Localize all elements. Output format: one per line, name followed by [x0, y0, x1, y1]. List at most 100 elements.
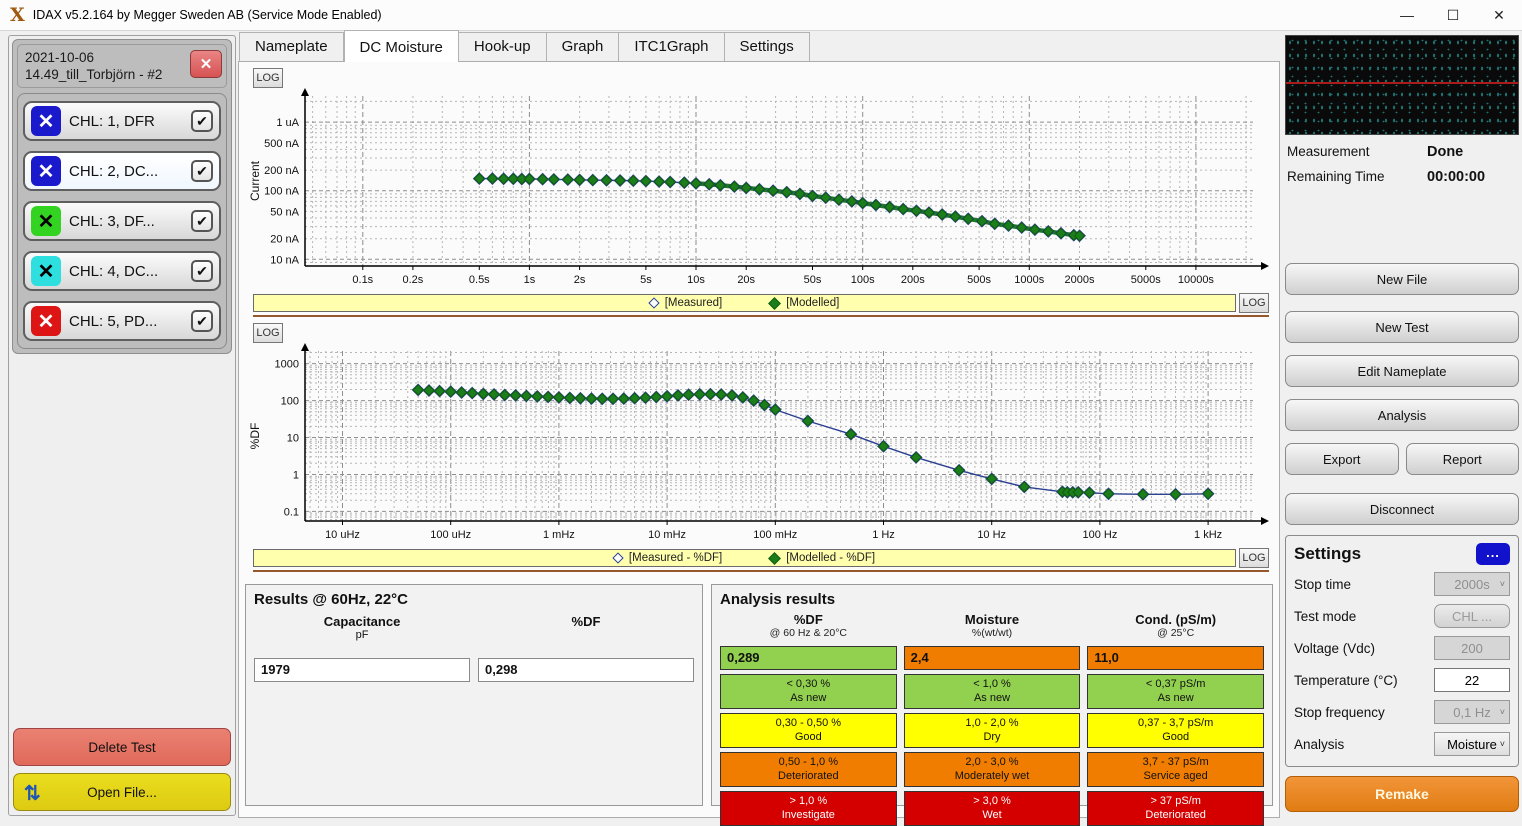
close-test-button[interactable]: ✕ — [190, 50, 222, 78]
delete-test-button[interactable]: Delete Test — [13, 728, 231, 766]
channel-checkbox[interactable]: ✔ — [191, 260, 213, 282]
svg-text:0.1s: 0.1s — [352, 274, 373, 286]
svg-text:100s: 100s — [851, 274, 875, 286]
settings-label: Voltage (Vdc) — [1294, 641, 1375, 656]
results-title: Results @ 60Hz, 22°C — [254, 591, 694, 608]
analysis-column-cond-ps-m: Cond. (pS/m)@ 25°C11,0< 0,37 pS/mAs new0… — [1087, 612, 1264, 826]
channel-button-3[interactable]: ✕CHL: 3, DF...✔ — [23, 201, 221, 241]
current-chart-panel: LOG0.1s0.2s0.5s1s2s5s10s20s50s100s200s50… — [245, 66, 1273, 317]
legend-item-modelled: [Modelled] — [770, 297, 839, 309]
svg-text:10 Hz: 10 Hz — [977, 529, 1006, 541]
log-scale-button[interactable]: LOG — [253, 323, 283, 343]
log-scale-button[interactable]: LOG — [253, 68, 283, 88]
legend-label: [Measured] — [665, 297, 723, 309]
new-test-button[interactable]: New Test — [1285, 311, 1519, 343]
chevron-down-icon: ˅ — [1500, 579, 1505, 589]
channel-button-4[interactable]: ✕CHL: 4, DC...✔ — [23, 251, 221, 291]
channel-label: CHL: 1, DFR — [69, 113, 183, 130]
voltage-vdc-input: 200 — [1434, 636, 1510, 660]
channel-checkbox[interactable]: ✔ — [191, 210, 213, 232]
tab-hook-up[interactable]: Hook-up — [459, 32, 547, 61]
maximize-button[interactable]: ☐ — [1430, 0, 1476, 30]
analysis-category-cell: 1,0 - 2,0 %Dry — [904, 713, 1081, 748]
tab-dc-moisture[interactable]: DC Moisture — [344, 30, 459, 62]
svg-text:100 uHz: 100 uHz — [430, 529, 471, 541]
analysis-column-moisture: Moisture%(wt/wt)2,4< 1,0 %As new1,0 - 2,… — [904, 612, 1081, 826]
analysis-select[interactable]: Moisture˅ — [1434, 732, 1510, 756]
chart-separator — [253, 570, 1269, 572]
analysis-value: 2,4 — [904, 646, 1081, 670]
open-file-button[interactable]: ⇄ Open File... — [13, 773, 231, 811]
analysis-title: Analysis results — [720, 591, 1264, 608]
svg-text:10s: 10s — [687, 274, 705, 286]
channel-checkbox[interactable]: ✔ — [191, 110, 213, 132]
settings-row-stop-time: Stop time2000s˅ — [1294, 568, 1510, 600]
tab-nameplate[interactable]: Nameplate — [239, 32, 344, 61]
channel-label: CHL: 5, PD... — [69, 313, 183, 330]
report-button[interactable]: Report — [1406, 443, 1520, 475]
close-button[interactable]: ✕ — [1476, 0, 1522, 30]
settings-row-analysis: AnalysisMoisture˅ — [1294, 728, 1510, 760]
remake-button[interactable]: Remake — [1285, 776, 1519, 812]
df-vs-frequency-chart: 10 uHz100 uHz1 mHz10 mHz100 mHz1 Hz10 Hz… — [245, 343, 1269, 548]
legend-item-modelled-df: [Modelled - %DF] — [770, 552, 875, 564]
analysis-category-cell: 3,7 - 37 pS/mService aged — [1087, 752, 1264, 787]
stop-frequency-select: 0,1 Hz˅ — [1434, 700, 1510, 724]
right-panel: Measurement Done Remaining Time 00:00:00… — [1285, 35, 1519, 816]
svg-text:1: 1 — [293, 470, 299, 482]
result-header-df: %DF — [478, 614, 694, 644]
measured-marker-icon — [612, 552, 623, 563]
svg-text:Current: Current — [248, 160, 262, 201]
measured-marker-icon — [648, 297, 659, 308]
tab-settings[interactable]: Settings — [725, 32, 810, 61]
result-value-df: 0,298 — [478, 658, 694, 682]
tab-graph[interactable]: Graph — [547, 32, 620, 61]
channel-button-5[interactable]: ✕CHL: 5, PD...✔ — [23, 301, 221, 341]
svg-text:100 Hz: 100 Hz — [1082, 529, 1117, 541]
channel-checkbox[interactable]: ✔ — [191, 310, 213, 332]
chart-separator — [253, 315, 1269, 317]
svg-text:20 nA: 20 nA — [270, 234, 299, 246]
test-group: 2021-10-06 14.49_till_Torbjörn - #2 ✕ ✕C… — [12, 39, 232, 354]
settings-row-test-mode: Test modeCHL ... — [1294, 600, 1510, 632]
temperature-c-input[interactable]: 22 — [1434, 668, 1510, 692]
sidebar: 2021-10-06 14.49_till_Torbjörn - #2 ✕ ✕C… — [8, 35, 236, 816]
analysis-category-cell: 0,30 - 0,50 %Good — [720, 713, 897, 748]
test-header: 2021-10-06 14.49_till_Torbjörn - #2 ✕ — [17, 44, 227, 88]
analysis-header: Cond. (pS/m) — [1087, 612, 1264, 627]
svg-text:1000s: 1000s — [1014, 274, 1044, 286]
log-scale-button[interactable]: LOG — [1239, 293, 1269, 313]
svg-text:20s: 20s — [737, 274, 755, 286]
export-button[interactable]: Export — [1285, 443, 1399, 475]
analysis-column-df: %DF@ 60 Hz & 20°C0,289< 0,30 %As new0,30… — [720, 612, 897, 826]
channel-checkbox[interactable]: ✔ — [191, 160, 213, 182]
new-file-button[interactable]: New File — [1285, 263, 1519, 295]
analysis-category-cell: 2,0 - 3,0 %Moderately wet — [904, 752, 1081, 787]
test-date: 2021-10-06 — [25, 49, 192, 66]
measurement-label: Measurement — [1287, 144, 1427, 159]
window-title: IDAX v5.2.164 by Megger Sweden AB (Servi… — [33, 8, 382, 22]
settings-more-button[interactable]: ... — [1476, 543, 1510, 565]
disconnect-button[interactable]: Disconnect — [1285, 493, 1519, 525]
analysis-category-cell: < 0,37 pS/mAs new — [1087, 674, 1264, 709]
analysis-box: Analysis results %DF@ 60 Hz & 20°C0,289<… — [711, 584, 1273, 806]
svg-text:0.5s: 0.5s — [469, 274, 490, 286]
channel-button-1[interactable]: ✕CHL: 1, DFR✔ — [23, 101, 221, 141]
legend-item-measured-df: [Measured - %DF] — [614, 552, 722, 564]
edit-nameplate-button[interactable]: Edit Nameplate — [1285, 355, 1519, 387]
scope-trace — [1286, 82, 1518, 84]
minimize-button[interactable]: — — [1384, 0, 1430, 30]
app-logo-icon: X — [10, 4, 25, 26]
svg-text:1 kHz: 1 kHz — [1194, 529, 1222, 541]
analysis-subheader: @ 60 Hz & 20°C — [720, 627, 897, 642]
result-header-label: Capacitance — [254, 614, 470, 629]
svg-text:1000: 1000 — [275, 359, 299, 371]
log-scale-button[interactable]: LOG — [1239, 548, 1269, 568]
channel-button-2[interactable]: ✕CHL: 2, DC...✔ — [23, 151, 221, 191]
tab-itc1graph[interactable]: ITC1Graph — [619, 32, 724, 61]
svg-text:10 mHz: 10 mHz — [648, 529, 686, 541]
analysis-button[interactable]: Analysis — [1285, 399, 1519, 431]
svg-text:10: 10 — [287, 433, 299, 445]
analysis-value: 11,0 — [1087, 646, 1264, 670]
analysis-header: %DF — [720, 612, 897, 627]
